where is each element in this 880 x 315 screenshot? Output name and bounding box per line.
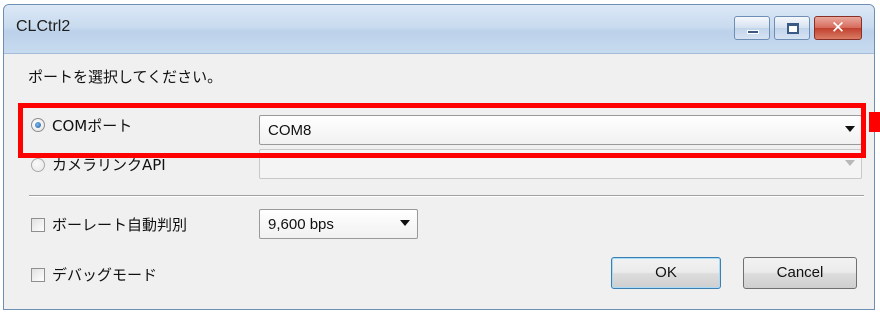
title-bar[interactable]: CLCtrl2 ✕ [4, 5, 874, 54]
cancel-button[interactable]: Cancel [743, 257, 857, 289]
camera-link-radio[interactable] [31, 158, 45, 172]
chevron-down-icon [400, 220, 410, 226]
auto-baud-checkbox[interactable] [31, 218, 45, 232]
baud-rate-value: 9,600 bps [268, 216, 334, 233]
maximize-button[interactable] [774, 16, 810, 40]
instruction-text: ポートを選択してください。 [28, 68, 223, 86]
auto-baud-label: ボーレート自動判別 [52, 216, 188, 234]
baud-rate-select[interactable]: 9,600 bps [259, 209, 418, 239]
dialog-window: CLCtrl2 ✕ ポートを選択してください。 COMポート COM8 カメラリ… [3, 4, 875, 310]
minimize-icon [747, 30, 759, 34]
debug-mode-label: デバッグモード [52, 266, 158, 284]
minimize-button[interactable] [734, 16, 770, 40]
debug-mode-checkbox[interactable] [31, 268, 45, 282]
maximize-icon [787, 23, 799, 34]
chevron-down-icon [845, 160, 855, 166]
ok-button[interactable]: OK [611, 257, 721, 289]
callout-marker [869, 112, 880, 132]
close-button[interactable]: ✕ [814, 16, 862, 40]
close-icon: ✕ [830, 18, 846, 38]
separator [29, 195, 864, 197]
highlight-box [18, 103, 866, 158]
window-title: CLCtrl2 [16, 18, 71, 35]
